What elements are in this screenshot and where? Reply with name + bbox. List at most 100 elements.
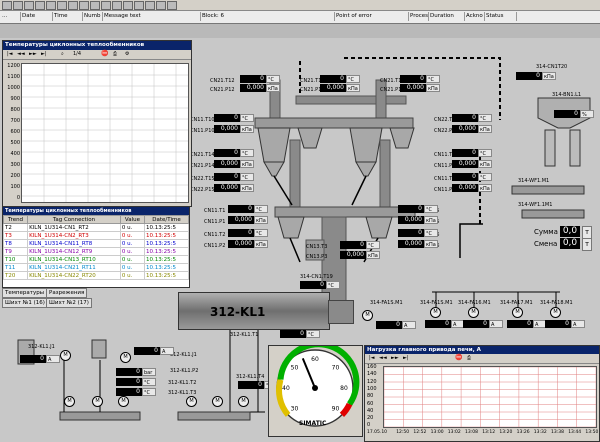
prev-icon[interactable]: ◄◄ <box>17 51 25 57</box>
readout[interactable]: 0,000 кПа <box>340 251 380 259</box>
last-icon[interactable]: ►| <box>403 355 409 361</box>
table-row[interactable]: T2 KILN_1U314-CN1_RT2 0 u. 10.13:25:5 <box>2 223 189 232</box>
trend-value: 0 u. <box>119 247 146 256</box>
fan-current[interactable]: 0A <box>376 321 416 329</box>
sum-value[interactable]: 0,0 <box>560 226 580 237</box>
settings-icon[interactable]: ⚙ <box>125 51 129 57</box>
motor-icon[interactable]: M <box>92 396 103 407</box>
fan-motor-icon[interactable]: M <box>362 310 373 321</box>
motor-icon[interactable]: M <box>238 396 249 407</box>
trend-time: 10.13:25:5 <box>144 231 189 240</box>
y-tick: 0 <box>16 195 20 201</box>
readout[interactable]: 0 кПа <box>516 72 556 80</box>
fan-motor-icon[interactable]: M <box>512 307 523 318</box>
bin-level-readout[interactable]: 0% <box>554 110 594 118</box>
table-row[interactable]: T8 KILN_1U314-CN11_RT8 0 u. 10.13:25:5 <box>2 239 189 248</box>
readout[interactable]: 0°C <box>398 229 438 237</box>
fan-motor-icon[interactable]: M <box>430 307 441 318</box>
table-row[interactable]: T20 KILN_1U314-CN22_RT20 0 u. 10.13:25:5 <box>2 271 189 280</box>
first-icon[interactable]: |◄ <box>369 355 375 361</box>
shift-value[interactable]: 0,0 <box>560 238 580 249</box>
readout[interactable]: 0°C <box>320 75 360 83</box>
readout[interactable]: 0°C <box>340 241 380 249</box>
stop-icon[interactable]: ⛔ <box>101 50 108 57</box>
fan-current[interactable]: 0A <box>425 320 465 328</box>
readout[interactable]: 0 bar <box>116 368 156 376</box>
kiln-load-gauge[interactable]: 30 40 50 60 70 80 90 SIMATIC <box>268 341 363 437</box>
column-header[interactable]: Trend <box>2 215 29 224</box>
prev-icon[interactable]: ◄◄ <box>379 355 387 361</box>
load-plot-area[interactable] <box>383 366 597 428</box>
column-header[interactable]: Date/Time <box>144 215 189 224</box>
fan-current[interactable]: 0A <box>463 320 503 328</box>
readout[interactable]: 0A <box>20 355 60 363</box>
readout[interactable]: 0°C <box>116 378 156 386</box>
print-icon[interactable]: ⎙ <box>113 51 117 57</box>
tab-mix-1[interactable]: Шихт №1 (16) <box>2 298 48 308</box>
readout[interactable]: 0°C <box>452 114 492 122</box>
table-row[interactable]: T10 KILN_1U314-CN13_RT10 0 u. 10.13:25:5 <box>2 255 189 264</box>
readout[interactable]: 0,000 кПа <box>240 84 280 92</box>
motor-icon[interactable]: M <box>118 396 129 407</box>
table-row[interactable]: T9 KILN_1U314-CN12_RT9 0 u. 10.13:25:5 <box>2 247 189 256</box>
fan-current[interactable]: 0A <box>507 320 547 328</box>
readout[interactable]: 0,000 кПа <box>452 160 492 168</box>
column-header[interactable]: Value <box>119 215 146 224</box>
tag-connection: KILN_1U314-CN11_RT8 <box>27 239 121 248</box>
readout[interactable]: 0,000 кПа <box>214 125 254 133</box>
tab-vacuum[interactable]: Разрежения <box>46 288 88 298</box>
readout[interactable]: 0,000 кПа <box>452 184 492 192</box>
readout[interactable]: 0°C <box>240 75 280 83</box>
next-icon[interactable]: ►► <box>29 51 37 57</box>
zoom-icon[interactable]: ⌕ <box>61 51 64 57</box>
motor-icon[interactable]: M <box>120 352 131 363</box>
readout[interactable]: 0,000 кПа <box>214 184 254 192</box>
readout[interactable]: 0,000 кПа <box>398 240 438 248</box>
readout[interactable]: 0°C <box>228 229 268 237</box>
fan-current[interactable]: 0A <box>545 320 585 328</box>
readout[interactable]: 0°C <box>214 173 254 181</box>
kiln-drive-load-chart[interactable]: Нагрузка главного привода печи, А |◄ ◄◄ … <box>364 345 600 442</box>
motor-icon[interactable]: M <box>186 396 197 407</box>
stop-icon[interactable]: ⛔ <box>455 354 462 361</box>
fan-motor-icon[interactable]: M <box>468 307 479 318</box>
next-icon[interactable]: ►► <box>391 355 399 361</box>
fan-motor-icon[interactable]: M <box>550 307 561 318</box>
readout[interactable]: 0A <box>134 347 174 355</box>
readout[interactable]: 0°C <box>400 75 440 83</box>
last-icon[interactable]: ►| <box>41 51 47 57</box>
tag-label: CN11.T10 <box>190 117 215 123</box>
readout[interactable]: 0°C <box>300 281 340 289</box>
readout[interactable]: 0,000 кПа <box>398 216 438 224</box>
readout[interactable]: 0°C <box>214 114 254 122</box>
temperature-chart-window[interactable]: Температуры циклонных теплообменников |◄… <box>2 40 192 207</box>
temperature-plot-area[interactable] <box>21 63 189 203</box>
readout[interactable]: 0°C <box>452 149 492 157</box>
first-icon[interactable]: |◄ <box>7 51 13 57</box>
tag-label: 312-KL1.J1 <box>170 352 197 358</box>
fan-tag: 314-FA1S.M1 <box>420 300 453 306</box>
readout[interactable]: 0,000 кПа <box>214 160 254 168</box>
readout[interactable]: 0°C <box>228 205 268 213</box>
trend-name: T8 <box>2 239 29 248</box>
readout[interactable]: 0,000 кПа <box>452 125 492 133</box>
table-row[interactable]: T3 KILN_1U314-CN2_RT3 0 u. 10.13:25:5 <box>2 231 189 240</box>
readout[interactable]: 0,000 кПа <box>320 84 360 92</box>
readout[interactable]: 0°C <box>452 173 492 181</box>
motor-icon[interactable]: M <box>212 396 223 407</box>
motor-icon[interactable]: M <box>60 350 71 361</box>
readout[interactable]: 0°C <box>398 205 438 213</box>
table-row[interactable]: T11 KILN_1U314-CN21_RT11 0 u. 10.13:25:5 <box>2 263 189 272</box>
print-icon[interactable]: ⎙ <box>467 355 471 361</box>
motor-icon[interactable]: M <box>64 396 75 407</box>
readout[interactable]: 0,000 кПа <box>228 240 268 248</box>
readout[interactable]: 0°C <box>214 149 254 157</box>
tab-mix-2[interactable]: Шихт №2 (17) <box>46 298 92 308</box>
tab-temperatures[interactable]: Температуры <box>2 288 48 298</box>
readout[interactable]: 0,000 кПа <box>228 216 268 224</box>
readout[interactable]: 0°C <box>116 388 156 396</box>
readout[interactable]: 0°C <box>280 330 320 338</box>
trend-table-window[interactable]: Температуры циклонных теплообменников Tr… <box>2 206 190 288</box>
readout[interactable]: 0,000 кПа <box>400 84 440 92</box>
column-header[interactable]: Tag Connection <box>27 215 121 224</box>
